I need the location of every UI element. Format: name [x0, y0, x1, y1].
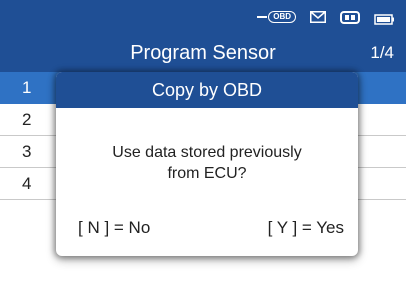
list-item-number: 3: [22, 142, 32, 161]
mail-icon: [310, 11, 326, 23]
page-title: Program Sensor: [130, 42, 276, 64]
page-indicator: 1/4: [370, 43, 394, 62]
no-button[interactable]: [ N ] = No: [78, 218, 150, 238]
dialog-message: Use data stored previously from ECU?: [56, 142, 358, 184]
status-bar: OBD: [0, 0, 406, 34]
title-bar: Program Sensor 1/4: [0, 34, 406, 72]
dialog-title: Copy by OBD: [56, 72, 358, 108]
vci-icon: [340, 10, 360, 24]
list-item-number: 1: [22, 78, 32, 97]
screen: OBD Program Sensor 1/4 1 2 3 4 Copy by O…: [0, 0, 406, 308]
yes-button[interactable]: [ Y ] = Yes: [268, 218, 344, 238]
battery-icon: [374, 12, 394, 25]
list-item-number: 2: [22, 110, 32, 129]
obd-connector-icon: OBD: [257, 11, 296, 23]
confirm-dialog: Copy by OBD Use data stored previously f…: [56, 72, 358, 256]
list-item-number: 4: [22, 174, 32, 193]
obd-label: OBD: [268, 11, 296, 23]
dialog-message-line-2: from ECU?: [167, 165, 247, 182]
dialog-message-line-1: Use data stored previously: [112, 144, 302, 161]
